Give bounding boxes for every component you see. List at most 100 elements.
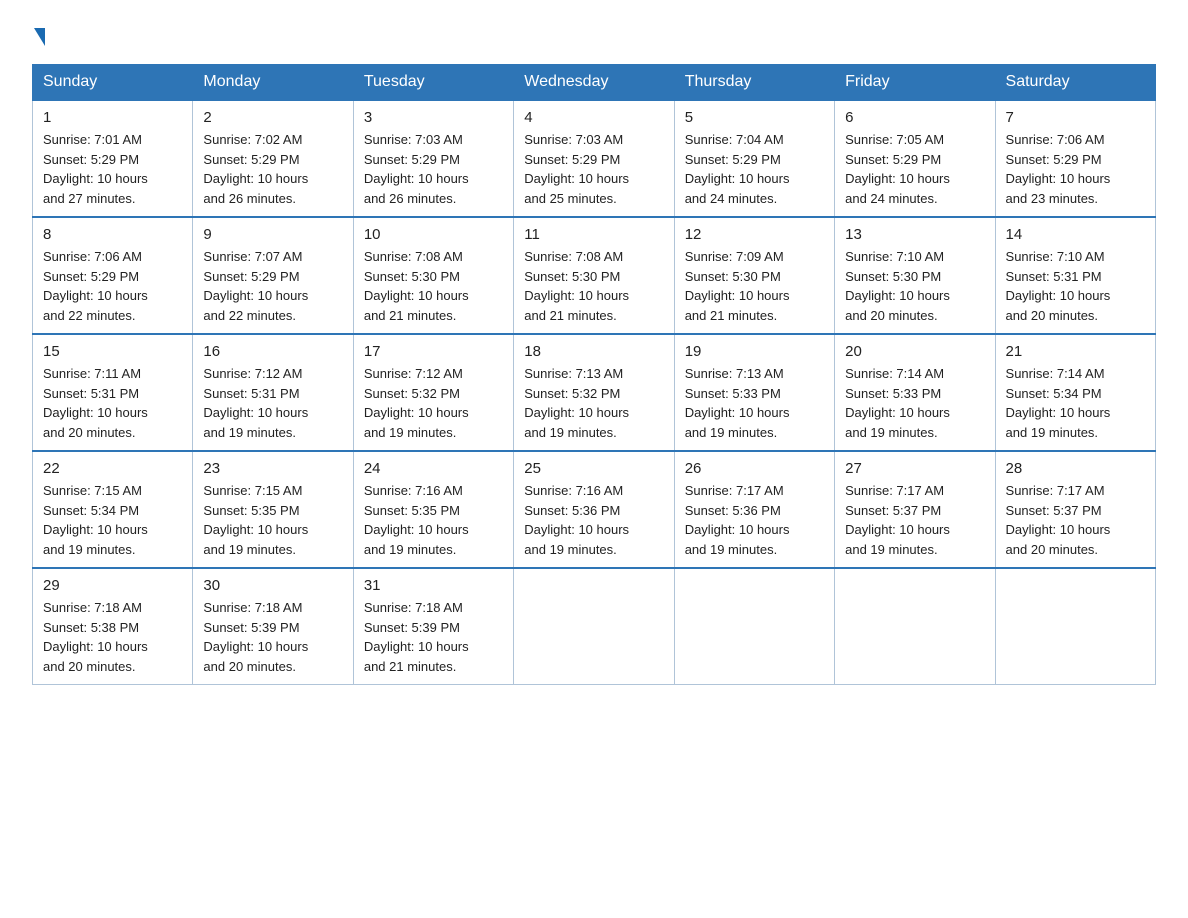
calendar-cell: [995, 568, 1155, 685]
calendar-cell: [835, 568, 995, 685]
calendar-cell: 27 Sunrise: 7:17 AMSunset: 5:37 PMDayligh…: [835, 451, 995, 568]
calendar-body: 1 Sunrise: 7:01 AMSunset: 5:29 PMDaylight…: [33, 100, 1156, 685]
day-info: Sunrise: 7:07 AMSunset: 5:29 PMDaylight:…: [203, 247, 342, 325]
day-info: Sunrise: 7:06 AMSunset: 5:29 PMDaylight:…: [1006, 130, 1145, 208]
calendar-cell: 15Sunrise: 7:11 AMSunset: 5:31 PMDayligh…: [33, 334, 193, 451]
calendar-cell: 19Sunrise: 7:13 AMSunset: 5:33 PMDayligh…: [674, 334, 834, 451]
day-number: 22: [43, 460, 182, 477]
calendar-cell: 7 Sunrise: 7:06 AMSunset: 5:29 PMDaylight…: [995, 100, 1155, 217]
logo: [32, 28, 45, 48]
day-info: Sunrise: 7:05 AMSunset: 5:29 PMDaylight:…: [845, 130, 984, 208]
day-info: Sunrise: 7:18 AMSunset: 5:38 PMDaylight:…: [43, 598, 182, 676]
day-number: 24: [364, 460, 503, 477]
day-info: Sunrise: 7:12 AMSunset: 5:32 PMDaylight:…: [364, 364, 503, 442]
day-info: Sunrise: 7:09 AMSunset: 5:30 PMDaylight:…: [685, 247, 824, 325]
calendar-cell: 12 Sunrise: 7:09 AMSunset: 5:30 PMDayligh…: [674, 217, 834, 334]
calendar-cell: [674, 568, 834, 685]
day-info: Sunrise: 7:15 AMSunset: 5:35 PMDaylight:…: [203, 481, 342, 559]
day-number: 26: [685, 460, 824, 477]
day-info: Sunrise: 7:12 AMSunset: 5:31 PMDaylight:…: [203, 364, 342, 442]
day-number: 16: [203, 343, 342, 360]
logo-triangle-icon: [34, 28, 45, 46]
day-number: 10: [364, 226, 503, 243]
day-info: Sunrise: 7:06 AMSunset: 5:29 PMDaylight:…: [43, 247, 182, 325]
calendar-cell: 20 Sunrise: 7:14 AMSunset: 5:33 PMDayligh…: [835, 334, 995, 451]
day-number: 23: [203, 460, 342, 477]
day-number: 29: [43, 577, 182, 594]
day-info: Sunrise: 7:10 AMSunset: 5:31 PMDaylight:…: [1006, 247, 1145, 325]
calendar-cell: 25 Sunrise: 7:16 AMSunset: 5:36 PMDayligh…: [514, 451, 674, 568]
calendar-week-3: 15Sunrise: 7:11 AMSunset: 5:31 PMDayligh…: [33, 334, 1156, 451]
weekday-header-thursday: Thursday: [674, 65, 834, 101]
day-info: Sunrise: 7:17 AMSunset: 5:36 PMDaylight:…: [685, 481, 824, 559]
calendar-cell: 11Sunrise: 7:08 AMSunset: 5:30 PMDayligh…: [514, 217, 674, 334]
calendar-cell: 23 Sunrise: 7:15 AMSunset: 5:35 PMDayligh…: [193, 451, 353, 568]
day-number: 21: [1006, 343, 1145, 360]
weekday-header-row: SundayMondayTuesdayWednesdayThursdayFrid…: [33, 65, 1156, 101]
calendar-week-1: 1 Sunrise: 7:01 AMSunset: 5:29 PMDaylight…: [33, 100, 1156, 217]
weekday-header-monday: Monday: [193, 65, 353, 101]
day-number: 9: [203, 226, 342, 243]
page-header: [32, 24, 1156, 48]
day-number: 30: [203, 577, 342, 594]
day-info: Sunrise: 7:17 AMSunset: 5:37 PMDaylight:…: [1006, 481, 1145, 559]
calendar-cell: 22 Sunrise: 7:15 AMSunset: 5:34 PMDayligh…: [33, 451, 193, 568]
day-number: 20: [845, 343, 984, 360]
day-number: 13: [845, 226, 984, 243]
day-info: Sunrise: 7:17 AMSunset: 5:37 PMDaylight:…: [845, 481, 984, 559]
day-info: Sunrise: 7:10 AMSunset: 5:30 PMDaylight:…: [845, 247, 984, 325]
day-info: Sunrise: 7:11 AMSunset: 5:31 PMDaylight:…: [43, 364, 182, 442]
day-number: 8: [43, 226, 182, 243]
calendar-cell: 13 Sunrise: 7:10 AMSunset: 5:30 PMDayligh…: [835, 217, 995, 334]
day-number: 14: [1006, 226, 1145, 243]
day-number: 11: [524, 226, 663, 243]
day-info: Sunrise: 7:16 AMSunset: 5:36 PMDaylight:…: [524, 481, 663, 559]
weekday-header-friday: Friday: [835, 65, 995, 101]
calendar-cell: [514, 568, 674, 685]
calendar-cell: 5Sunrise: 7:04 AMSunset: 5:29 PMDaylight…: [674, 100, 834, 217]
logo-blue-text: [32, 28, 45, 48]
day-info: Sunrise: 7:03 AMSunset: 5:29 PMDaylight:…: [364, 130, 503, 208]
calendar-cell: 31 Sunrise: 7:18 AMSunset: 5:39 PMDayligh…: [353, 568, 513, 685]
day-number: 25: [524, 460, 663, 477]
calendar-cell: 4 Sunrise: 7:03 AMSunset: 5:29 PMDaylight…: [514, 100, 674, 217]
day-number: 1: [43, 109, 182, 126]
day-number: 18: [524, 343, 663, 360]
calendar-cell: 24 Sunrise: 7:16 AMSunset: 5:35 PMDayligh…: [353, 451, 513, 568]
day-info: Sunrise: 7:18 AMSunset: 5:39 PMDaylight:…: [364, 598, 503, 676]
day-number: 31: [364, 577, 503, 594]
day-info: Sunrise: 7:02 AMSunset: 5:29 PMDaylight:…: [203, 130, 342, 208]
calendar-cell: 6 Sunrise: 7:05 AMSunset: 5:29 PMDaylight…: [835, 100, 995, 217]
calendar-cell: 16 Sunrise: 7:12 AMSunset: 5:31 PMDayligh…: [193, 334, 353, 451]
day-info: Sunrise: 7:15 AMSunset: 5:34 PMDaylight:…: [43, 481, 182, 559]
calendar-cell: 30Sunrise: 7:18 AMSunset: 5:39 PMDayligh…: [193, 568, 353, 685]
calendar-week-5: 29 Sunrise: 7:18 AMSunset: 5:38 PMDayligh…: [33, 568, 1156, 685]
day-info: Sunrise: 7:04 AMSunset: 5:29 PMDaylight:…: [685, 130, 824, 208]
calendar-cell: 28Sunrise: 7:17 AMSunset: 5:37 PMDayligh…: [995, 451, 1155, 568]
day-number: 12: [685, 226, 824, 243]
calendar-cell: 26 Sunrise: 7:17 AMSunset: 5:36 PMDayligh…: [674, 451, 834, 568]
day-info: Sunrise: 7:14 AMSunset: 5:33 PMDaylight:…: [845, 364, 984, 442]
weekday-header-wednesday: Wednesday: [514, 65, 674, 101]
day-number: 4: [524, 109, 663, 126]
calendar-cell: 17Sunrise: 7:12 AMSunset: 5:32 PMDayligh…: [353, 334, 513, 451]
weekday-header-sunday: Sunday: [33, 65, 193, 101]
day-number: 7: [1006, 109, 1145, 126]
weekday-header-saturday: Saturday: [995, 65, 1155, 101]
calendar-cell: 21Sunrise: 7:14 AMSunset: 5:34 PMDayligh…: [995, 334, 1155, 451]
calendar-table: SundayMondayTuesdayWednesdayThursdayFrid…: [32, 64, 1156, 685]
day-number: 6: [845, 109, 984, 126]
day-info: Sunrise: 7:13 AMSunset: 5:32 PMDaylight:…: [524, 364, 663, 442]
day-info: Sunrise: 7:03 AMSunset: 5:29 PMDaylight:…: [524, 130, 663, 208]
day-info: Sunrise: 7:01 AMSunset: 5:29 PMDaylight:…: [43, 130, 182, 208]
calendar-cell: 14 Sunrise: 7:10 AMSunset: 5:31 PMDayligh…: [995, 217, 1155, 334]
calendar-cell: 2Sunrise: 7:02 AMSunset: 5:29 PMDaylight…: [193, 100, 353, 217]
day-info: Sunrise: 7:13 AMSunset: 5:33 PMDaylight:…: [685, 364, 824, 442]
calendar-cell: 29 Sunrise: 7:18 AMSunset: 5:38 PMDayligh…: [33, 568, 193, 685]
calendar-cell: 10Sunrise: 7:08 AMSunset: 5:30 PMDayligh…: [353, 217, 513, 334]
day-number: 27: [845, 460, 984, 477]
day-info: Sunrise: 7:16 AMSunset: 5:35 PMDaylight:…: [364, 481, 503, 559]
calendar-week-4: 22 Sunrise: 7:15 AMSunset: 5:34 PMDayligh…: [33, 451, 1156, 568]
weekday-header-tuesday: Tuesday: [353, 65, 513, 101]
calendar-cell: 1 Sunrise: 7:01 AMSunset: 5:29 PMDaylight…: [33, 100, 193, 217]
